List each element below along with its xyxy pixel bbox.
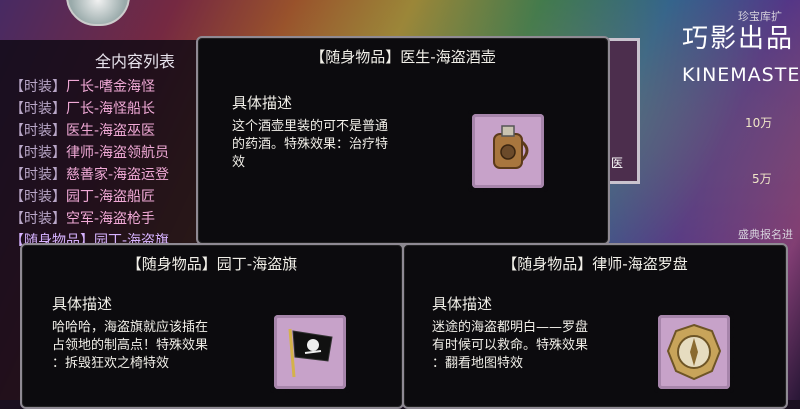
desc-line: 占领地的制高点！特殊效果	[52, 338, 209, 353]
item-card-flask[interactable]: 【随身物品】医生-海盗酒壶 具体描述 这个酒壶里装的可不是普通 的药酒。特殊效果…	[196, 36, 610, 245]
item-name: 园丁-海盗船匠	[66, 189, 156, 205]
list-item[interactable]: 【时装】厂长-海怪船长	[10, 98, 155, 118]
desc-heading: 具体描述	[232, 94, 293, 112]
kinemaster-logo: 巧影出品 KINEMASTE	[682, 18, 800, 98]
item-tag: 【时装】	[10, 79, 66, 95]
list-item[interactable]: 【时装】慈善家-海盗运登	[10, 164, 169, 184]
item-tag: 【时装】	[10, 211, 66, 227]
item-name: 空军-海盗枪手	[66, 211, 156, 227]
compass-icon	[654, 311, 734, 393]
tick-5w: 5万	[752, 172, 772, 186]
desc-line: 有时候可以救命。特殊效果	[432, 338, 589, 353]
item-name: 厂长-嗜金海怪	[66, 79, 156, 95]
item-name: 慈善家-海盗运登	[66, 167, 170, 183]
desc-line: ：拆毁狂欢之椅特效	[52, 356, 170, 371]
item-tag: 【时装】	[10, 189, 66, 205]
item-name: 律师-海盗领航员	[66, 145, 170, 161]
list-title: 全内容列表	[95, 52, 176, 71]
side-char: 医	[611, 156, 624, 170]
desc-heading: 具体描述	[52, 295, 113, 313]
item-tag: 【时装】	[10, 167, 66, 183]
card-title: 【随身物品】医生-海盗酒壶	[310, 48, 496, 66]
card-title: 【随身物品】律师-海盗罗盘	[502, 255, 688, 273]
list-item[interactable]: 【时装】厂长-嗜金海怪	[10, 76, 155, 96]
list-item[interactable]: 【时装】空军-海盗枪手	[10, 208, 155, 228]
desc-line: 的药酒。特殊效果：治疗特	[232, 137, 389, 152]
desc-line: 这个酒壶里装的可不是普通	[232, 119, 389, 134]
logo-en: KINEMASTE	[682, 64, 800, 86]
item-tag: 【时装】	[10, 101, 66, 117]
card-title: 【随身物品】园丁-海盗旗	[126, 255, 298, 273]
item-tag: 【时装】	[10, 145, 66, 161]
flask-icon	[468, 110, 548, 192]
desc-line: 哈哈哈，海盗旗就应该插在	[52, 320, 209, 335]
item-name: 医生-海盗巫医	[66, 123, 156, 139]
list-item[interactable]: 【时装】律师-海盗领航员	[10, 142, 169, 162]
pirate-flag-icon	[270, 311, 350, 393]
list-item[interactable]: 【时装】医生-海盗巫医	[10, 120, 155, 140]
item-name: 厂长-海怪船长	[66, 101, 156, 117]
tick-10w: 10万	[745, 116, 773, 130]
item-card-compass[interactable]: 【随身物品】律师-海盗罗盘 具体描述 迷途的海盗都明白——罗盘 有时候可以救命。…	[402, 243, 788, 409]
treasure-label: 珍宝库扩	[738, 10, 782, 23]
desc-heading: 具体描述	[432, 295, 493, 313]
list-item[interactable]: 【时装】园丁-海盗船匠	[10, 186, 155, 206]
desc-line: 迷途的海盗都明白——罗盘	[432, 320, 589, 335]
event-label: 盛典报名进	[738, 228, 793, 241]
item-card-flag[interactable]: 【随身物品】园丁-海盗旗 具体描述 哈哈哈，海盗旗就应该插在 占领地的制高点！特…	[20, 243, 404, 409]
desc-line: 效	[232, 155, 246, 170]
desc-line: ：翻看地图特效	[432, 356, 524, 371]
item-tag: 【时装】	[10, 123, 66, 139]
